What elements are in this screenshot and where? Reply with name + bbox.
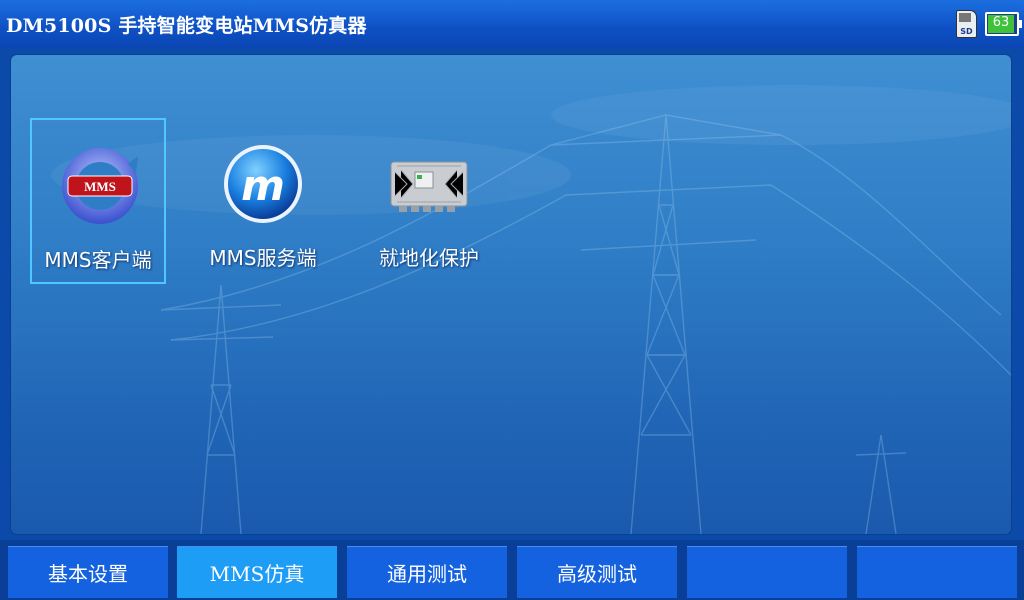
tab-mms-simulation[interactable]: MMS仿真: [177, 546, 337, 598]
mms-client-icon: MMS: [62, 148, 138, 224]
app-title: DM5100S 手持智能变电站MMS仿真器: [6, 15, 367, 37]
svg-text:MMS: MMS: [84, 179, 116, 194]
app-mms-server[interactable]: m MMS服务端: [195, 118, 331, 284]
tab-general-test[interactable]: 通用测试: [347, 546, 507, 598]
sd-card-icon: SD: [956, 10, 977, 38]
main-panel: MMS MMS客户端 m MMS服务端 就地化保护: [11, 55, 1011, 534]
mms-server-icon: m: [224, 145, 302, 223]
bottom-tab-bar: 基本设置 MMS仿真 通用测试 高级测试: [0, 540, 1024, 600]
sd-card-label: SD: [960, 27, 973, 36]
svg-text:m: m: [241, 161, 285, 210]
battery-level: 63: [992, 15, 1010, 30]
app-label: MMS客户端: [44, 248, 152, 272]
tab-basic-settings[interactable]: 基本设置: [8, 546, 168, 598]
app-local-protection[interactable]: 就地化保护: [361, 118, 497, 284]
app-mms-client[interactable]: MMS MMS客户端: [30, 118, 166, 284]
tab-empty-5[interactable]: [687, 546, 847, 598]
device-icon: [390, 161, 468, 212]
tab-advanced-test[interactable]: 高级测试: [517, 546, 677, 598]
app-label: MMS服务端: [209, 246, 317, 270]
tab-empty-6[interactable]: [857, 546, 1017, 598]
battery-icon: 63: [985, 12, 1022, 36]
title-bar: DM5100S 手持智能变电站MMS仿真器 SD 63: [0, 0, 1024, 48]
app-label: 就地化保护: [379, 246, 479, 270]
